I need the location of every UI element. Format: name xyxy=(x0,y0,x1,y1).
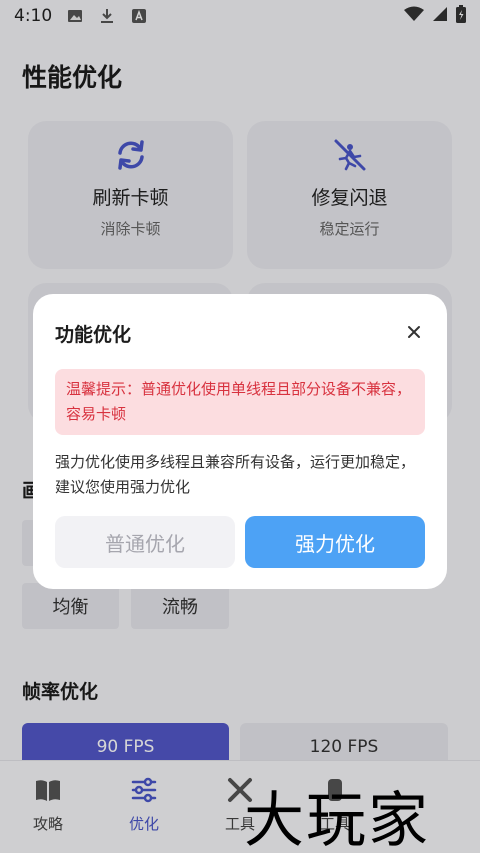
normal-optimize-button[interactable]: 普通优化 xyxy=(55,516,235,568)
dialog-title: 功能优化 xyxy=(55,324,132,346)
dialog-description: 强力优化使用多线程且兼容所有设备，运行更加稳定，建议您使用强力优化 xyxy=(55,453,416,496)
optimize-dialog: 功能优化 温馨提示：普通优化使用单线程且部分设备不兼容，容易卡顿 强力优化使用多… xyxy=(33,294,447,589)
app-screen: 4:10 性能优化 刷新卡顿 消除卡顿 修复闪退 稳定运行 画 均衡 流畅 帧率… xyxy=(0,0,480,853)
warning-alert: 温馨提示：普通优化使用单线程且部分设备不兼容，容易卡顿 xyxy=(55,369,425,435)
close-icon[interactable] xyxy=(402,320,426,344)
strong-optimize-button[interactable]: 强力优化 xyxy=(245,516,425,568)
